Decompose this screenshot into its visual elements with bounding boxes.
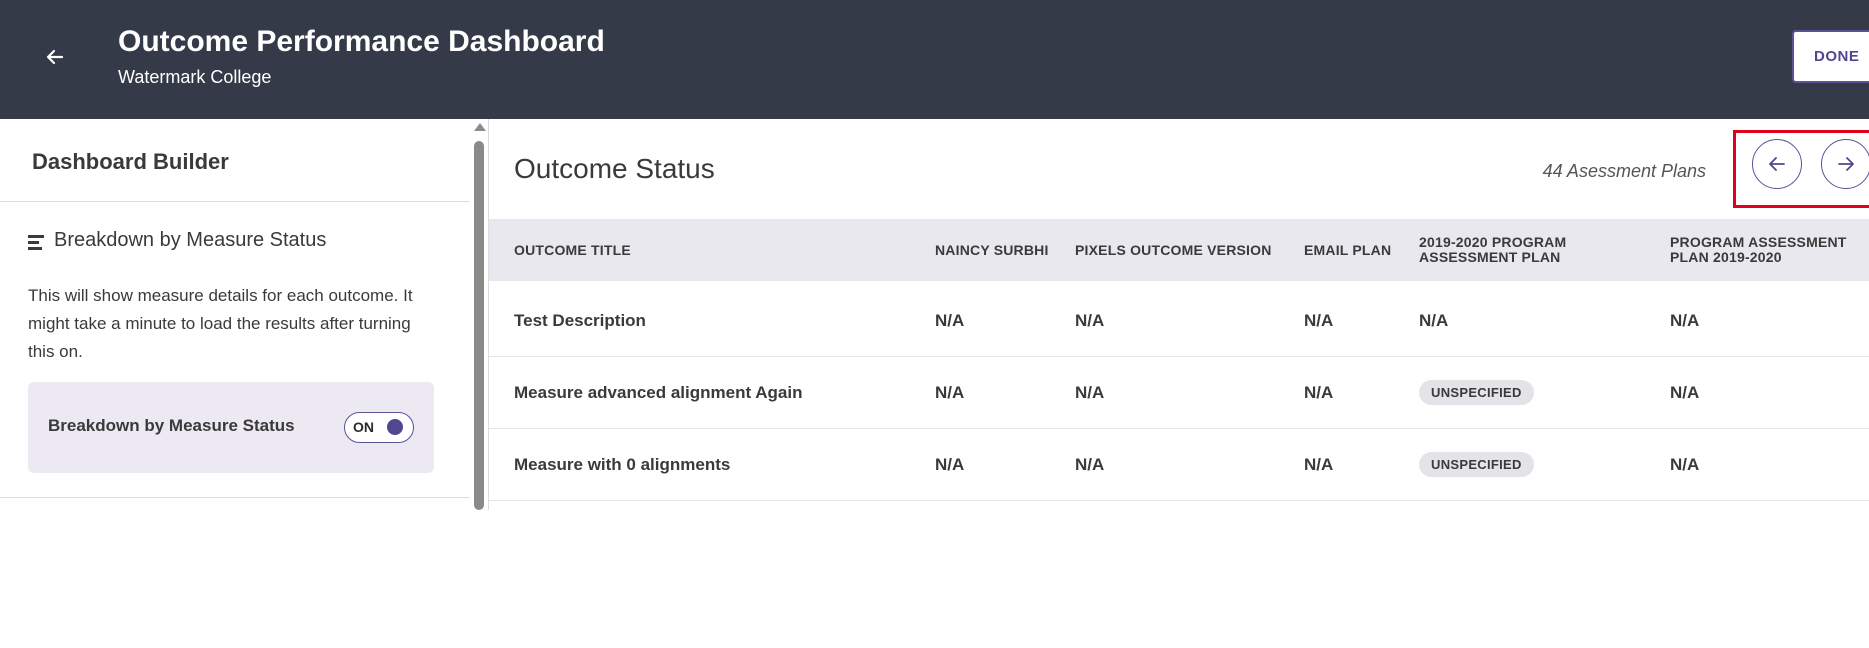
section-title: Breakdown by Measure Status <box>54 229 327 251</box>
arrow-right-icon <box>1838 157 1854 171</box>
outcome-status-panel: Outcome Status 44 Asessment Plans OUTCOM… <box>489 119 1869 510</box>
column-header[interactable]: NAINCY SURBHI <box>935 242 1055 258</box>
top-bar: Outcome Performance Dashboard Watermark … <box>0 0 1869 119</box>
status-badge: UNSPECIFIED <box>1419 452 1534 477</box>
table-row[interactable]: Measure advanced alignment Again N/A N/A… <box>489 357 1869 429</box>
next-columns-button[interactable] <box>1821 139 1869 189</box>
table-cell: N/A <box>1075 311 1105 330</box>
toggle-knob <box>387 419 403 435</box>
sidebar-scrollbar[interactable] <box>470 119 488 510</box>
table-cell: N/A <box>1304 311 1334 330</box>
page-subtitle: Watermark College <box>118 67 272 87</box>
dashboard-builder-panel: Dashboard Builder Breakdown by Measure S… <box>0 119 470 510</box>
table-row[interactable]: Measure with 0 alignments N/A N/A N/A UN… <box>489 429 1869 501</box>
status-badge: UNSPECIFIED <box>1419 380 1534 405</box>
column-header[interactable]: EMAIL PLAN <box>1304 242 1391 258</box>
done-button[interactable]: DONE <box>1792 30 1869 83</box>
toggle-state-text: ON <box>353 419 374 435</box>
divider <box>0 201 470 202</box>
table-header: OUTCOME TITLE NAINCY SURBHI PIXELS OUTCO… <box>489 219 1869 281</box>
section-description: This will show measure details for each … <box>28 286 413 361</box>
section-heading: Outcome Status <box>514 153 715 184</box>
table-cell: N/A <box>935 311 965 330</box>
table-cell: N/A <box>1075 455 1105 474</box>
table-cell: N/A <box>1075 383 1105 402</box>
toggle-label: Breakdown by Measure Status <box>48 416 295 435</box>
column-header[interactable]: OUTCOME TITLE <box>514 242 631 258</box>
table-cell: N/A <box>1670 383 1700 402</box>
outcome-title-cell: Measure advanced alignment Again <box>514 383 803 402</box>
table-cell: N/A <box>935 383 965 402</box>
column-header[interactable]: 2019-2020 PROGRAM ASSESSMENT PLAN <box>1419 235 1599 265</box>
back-button[interactable] <box>40 42 70 72</box>
column-header[interactable]: PROGRAM ASSESSMENT PLAN 2019-2020 <box>1670 235 1869 265</box>
toggle-card: Breakdown by Measure Status ON <box>28 382 434 473</box>
table-cell: N/A <box>1670 455 1700 474</box>
bar-chart-horizontal-icon <box>28 235 46 251</box>
breakdown-toggle[interactable]: ON <box>344 412 414 443</box>
column-header[interactable]: PIXELS OUTCOME VERSION <box>1075 242 1272 258</box>
table-cell: N/A <box>1304 383 1334 402</box>
scrollbar-thumb[interactable] <box>474 141 484 510</box>
previous-columns-button[interactable] <box>1752 139 1802 189</box>
table-row[interactable]: Test Description N/A N/A N/A N/A N/A <box>489 285 1869 357</box>
page-title: Outcome Performance Dashboard <box>118 25 605 58</box>
outcome-title-cell: Measure with 0 alignments <box>514 455 731 474</box>
builder-title: Dashboard Builder <box>32 149 229 174</box>
table-cell: N/A <box>1304 455 1334 474</box>
outcome-title-cell: Test Description <box>514 311 646 330</box>
table-cell: N/A <box>1670 311 1700 330</box>
scroll-up-arrow-icon[interactable] <box>474 123 486 131</box>
plans-count: 44 Asessment Plans <box>1542 161 1706 181</box>
table-cell: N/A <box>1419 311 1449 330</box>
arrow-left-icon <box>46 49 64 65</box>
divider <box>0 497 470 498</box>
table-cell: N/A <box>935 455 965 474</box>
arrow-left-icon <box>1769 157 1785 171</box>
